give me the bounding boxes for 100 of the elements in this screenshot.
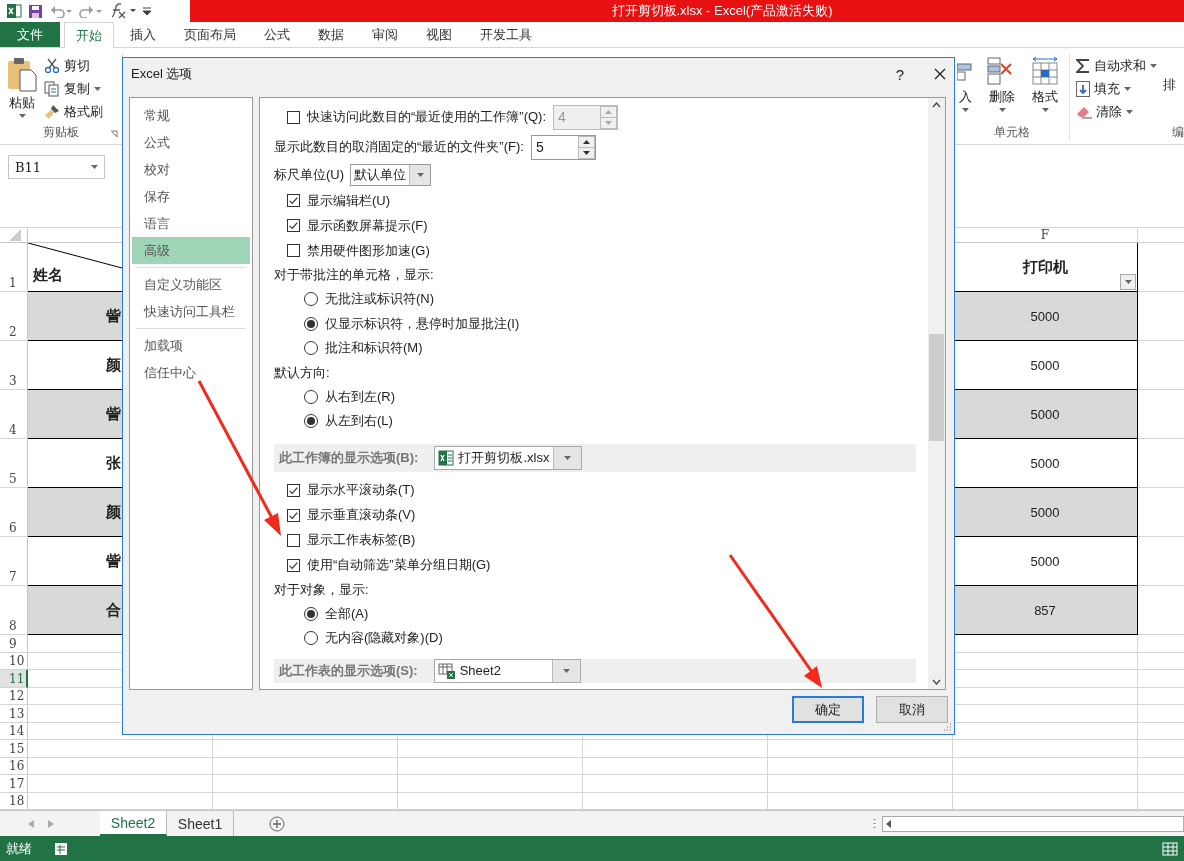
row-number[interactable]: 8	[0, 586, 28, 635]
radio-button[interactable]	[304, 389, 318, 404]
format-button[interactable]: 格式	[1031, 54, 1059, 124]
nav-item[interactable]: 快速访问工具栏	[132, 298, 250, 325]
select-all-icon[interactable]	[9, 229, 21, 241]
ribbon-tab[interactable]: 文件	[0, 22, 60, 47]
row-number[interactable]: 11	[0, 670, 28, 688]
row-number[interactable]: 4	[0, 390, 28, 439]
empty-cell[interactable]	[213, 757, 398, 775]
dropdown[interactable]: Sheet2	[433, 658, 581, 683]
help-button[interactable]: ?	[895, 65, 904, 83]
excel-icon[interactable]	[6, 3, 22, 19]
delete-button[interactable]: 删除	[987, 54, 1017, 124]
radio-button[interactable]	[304, 631, 318, 646]
redo-icon[interactable]	[79, 4, 103, 18]
empty-cell[interactable]	[583, 775, 768, 793]
checkbox[interactable]	[287, 558, 300, 572]
empty-cell[interactable]	[768, 757, 953, 775]
radio-button[interactable]	[304, 341, 318, 356]
nav-item[interactable]: 信任中心	[132, 359, 250, 386]
add-sheet-icon[interactable]	[269, 815, 285, 832]
autosum-button[interactable]: 自动求和	[1076, 56, 1157, 76]
name-box[interactable]: B11	[8, 155, 105, 179]
row-number[interactable]: 6	[0, 488, 28, 537]
filter-button[interactable]	[1120, 274, 1136, 290]
nav-item[interactable]: 加载项	[132, 332, 250, 359]
macro-record-icon[interactable]	[54, 841, 68, 856]
empty-cell[interactable]	[953, 740, 1138, 758]
row-number[interactable]: 1	[0, 243, 28, 292]
empty-cell[interactable]	[953, 757, 1138, 775]
empty-cell[interactable]	[398, 775, 583, 793]
row-number[interactable]: 13	[0, 705, 28, 723]
checkbox[interactable]	[287, 508, 300, 522]
spin-arrows-icon[interactable]	[577, 135, 595, 159]
dropdown[interactable]: 默认单位	[350, 164, 432, 186]
resize-grip-icon[interactable]	[943, 723, 952, 732]
ribbon-tab[interactable]: 插入	[118, 22, 168, 47]
horizontal-scrollbar[interactable]	[882, 815, 1184, 832]
close-icon[interactable]	[934, 68, 946, 80]
row-number[interactable]: 9	[0, 635, 28, 653]
empty-cell[interactable]	[953, 775, 1138, 793]
ribbon-tab[interactable]: 审阅	[360, 22, 410, 47]
clear-button[interactable]: 清除	[1076, 102, 1157, 122]
ribbon-tab[interactable]: 视图	[414, 22, 464, 47]
empty-cell[interactable]	[768, 775, 953, 793]
row-number[interactable]: 3	[0, 341, 28, 390]
nav-item[interactable]: 公式	[132, 129, 250, 156]
empty-cell[interactable]	[398, 740, 583, 758]
vertical-scrollbar[interactable]	[928, 98, 945, 689]
row-number[interactable]: 7	[0, 537, 28, 586]
ribbon-tab[interactable]: 数据	[306, 22, 356, 47]
radio-button[interactable]	[304, 414, 318, 429]
launcher-icon[interactable]	[110, 130, 118, 138]
row-number[interactable]: 2	[0, 292, 28, 341]
nav-item[interactable]: 校对	[132, 156, 250, 183]
checkbox[interactable]	[287, 194, 300, 207]
ribbon-tab[interactable]: 开始	[64, 22, 114, 48]
sort-button[interactable]: 排	[1163, 54, 1176, 124]
checkbox[interactable]	[287, 483, 300, 497]
checkbox[interactable]	[287, 219, 300, 232]
insert-button[interactable]: 入	[957, 54, 973, 124]
empty-cell[interactable]	[213, 775, 398, 793]
nav-item[interactable]: 常规	[132, 102, 250, 129]
nav-item[interactable]: 保存	[132, 183, 250, 210]
nav-item[interactable]: 语言	[132, 210, 250, 237]
nav-item[interactable]: 自定义功能区	[132, 271, 250, 298]
empty-cell[interactable]	[583, 740, 768, 758]
ribbon-tab[interactable]: 页面布局	[172, 22, 248, 47]
format-painter-button[interactable]: 格式刷	[44, 102, 103, 122]
cut-button[interactable]: 剪切	[44, 56, 103, 76]
save-icon[interactable]	[28, 3, 43, 19]
radio-button[interactable]	[304, 316, 318, 331]
dialog-button[interactable]: 取消	[876, 696, 948, 723]
row-number[interactable]: 5	[0, 439, 28, 488]
fill-button[interactable]: 填充	[1076, 79, 1157, 99]
dialog-button[interactable]: 确定	[792, 696, 864, 723]
row-number[interactable]: 17	[0, 775, 28, 793]
paste-button[interactable]: 粘贴	[6, 54, 38, 124]
scroll-up-icon[interactable]	[932, 102, 941, 108]
ribbon-tab[interactable]: 公式	[252, 22, 302, 47]
number-field[interactable]: 5	[530, 134, 596, 160]
ribbon-tab[interactable]: 开发工具	[468, 22, 544, 47]
sheet-tab[interactable]: Sheet2	[100, 811, 167, 836]
copy-button[interactable]: 复制	[44, 79, 103, 99]
checkbox[interactable]	[287, 533, 300, 547]
radio-button[interactable]	[304, 606, 318, 621]
empty-cell[interactable]	[213, 740, 398, 758]
undo-icon[interactable]	[49, 4, 73, 18]
empty-cell[interactable]	[768, 740, 953, 758]
scroll-down-icon[interactable]	[932, 679, 941, 685]
normal-view-icon[interactable]	[1162, 841, 1178, 856]
next-sheet-icon[interactable]	[48, 819, 54, 828]
column-header[interactable]: F	[953, 228, 1138, 243]
empty-cell[interactable]	[398, 757, 583, 775]
radio-button[interactable]	[304, 292, 318, 307]
customize-icon[interactable]	[143, 6, 151, 16]
dropdown[interactable]: 打开剪切板.xlsx	[434, 445, 583, 470]
row-number[interactable]: 15	[0, 740, 28, 758]
scrollbar-thumb[interactable]	[929, 334, 944, 441]
empty-cell[interactable]	[583, 757, 768, 775]
